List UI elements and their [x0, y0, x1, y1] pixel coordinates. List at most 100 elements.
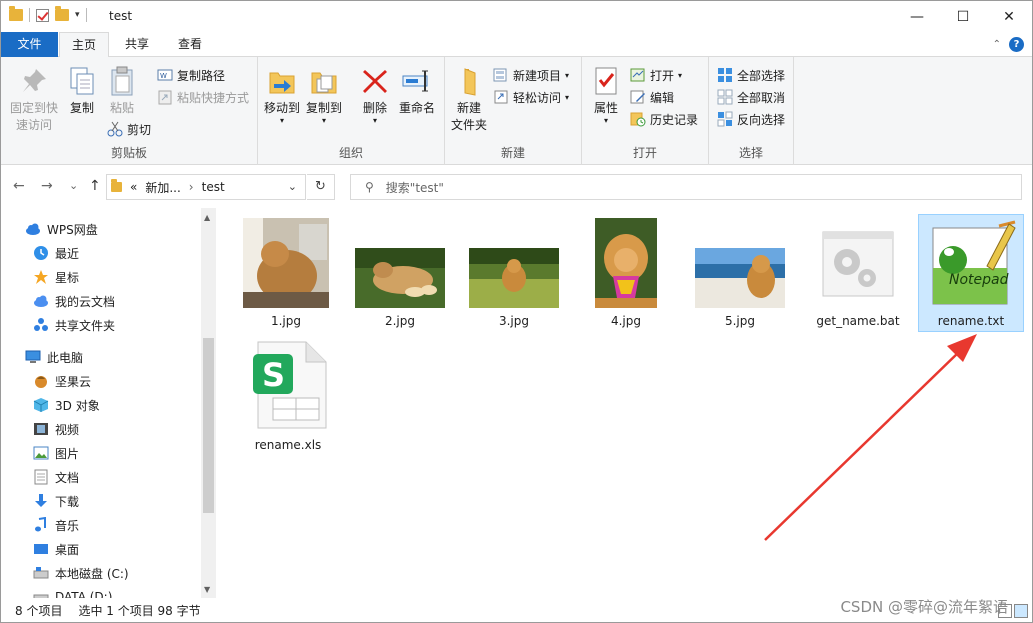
large-icons-view-icon[interactable]: [1014, 604, 1028, 618]
easy-access-button[interactable]: 轻松访问 ▾: [493, 87, 569, 107]
properties-quick-icon[interactable]: [36, 8, 49, 22]
file-name: 4.jpg: [610, 314, 642, 328]
open-button[interactable]: 打开 ▾: [630, 65, 682, 85]
invert-selection-icon: [717, 111, 733, 127]
file-item-selected[interactable]: Notepad rename.txt: [918, 214, 1024, 332]
sidebar-item-local-disk-c[interactable]: 本地磁盘 (C:): [33, 562, 129, 584]
ribbon-tabs: 文件 主页 共享 查看 ⌃ ?: [1, 32, 1032, 58]
forward-button[interactable]: →: [41, 178, 53, 194]
sidebar-item-downloads[interactable]: 下载: [33, 490, 79, 512]
desktop-icon: [33, 541, 49, 557]
music-icon: [33, 516, 49, 533]
new-item-button[interactable]: 新建项目 ▾: [493, 65, 569, 85]
delete-label: 删除: [362, 101, 387, 115]
copy-button[interactable]: 复制: [65, 65, 99, 117]
image-thumbnail: [695, 218, 785, 308]
back-button[interactable]: ←: [13, 178, 25, 194]
sidebar-item-label: 桌面: [55, 542, 80, 557]
move-to-button[interactable]: 移动到 ▾: [262, 65, 302, 125]
paste-shortcut-button[interactable]: 粘贴快捷方式: [157, 87, 249, 107]
sidebar-item-cloud-docs[interactable]: 我的云文档: [33, 290, 115, 312]
breadcrumb-drive[interactable]: 新加...: [145, 179, 180, 196]
sidebar-item-pictures[interactable]: 图片: [33, 442, 79, 464]
history-button[interactable]: 历史记录: [630, 109, 698, 129]
move-to-icon: [266, 65, 298, 97]
copy-to-label: 复制到: [305, 101, 342, 115]
open-label: 打开: [650, 68, 675, 83]
computer-icon: [25, 349, 41, 365]
sidebar-item-videos[interactable]: 视频: [33, 418, 79, 440]
file-item[interactable]: S rename.xls: [236, 336, 340, 452]
sidebar-item-nutstore[interactable]: 坚果云: [33, 370, 91, 392]
xls-file-icon: S: [243, 336, 333, 432]
file-item[interactable]: 2.jpg: [348, 218, 452, 328]
sidebar-item-desktop[interactable]: 桌面: [33, 538, 79, 560]
properties-button[interactable]: 属性 ▾: [586, 65, 626, 125]
new-folder-button[interactable]: 新建 文件夹: [449, 65, 489, 134]
move-to-label: 移动到: [263, 101, 300, 115]
delete-icon: [359, 65, 391, 97]
scroll-down-arrow[interactable]: ▼: [204, 585, 210, 594]
refresh-button[interactable]: ↻: [307, 174, 335, 200]
paste-button[interactable]: 粘贴: [105, 65, 139, 117]
sidebar-item-3d-objects[interactable]: 3D 对象: [33, 394, 100, 416]
help-icon[interactable]: ?: [1009, 37, 1024, 52]
scroll-thumb[interactable]: [203, 338, 214, 513]
scroll-up-arrow[interactable]: ▲: [204, 213, 210, 222]
copy-to-button[interactable]: 复制到 ▾: [304, 65, 344, 125]
new-folder-quick-icon[interactable]: [55, 6, 69, 21]
sidebar-item-label: 我的云文档: [55, 294, 116, 309]
sidebar-item-label: 3D 对象: [55, 398, 100, 413]
sidebar-item-data-d[interactable]: DATA (D:): [33, 586, 112, 598]
file-item[interactable]: 3.jpg: [462, 218, 566, 328]
sidebar-item-music[interactable]: 音乐: [33, 514, 79, 536]
rename-button[interactable]: 重命名: [394, 65, 440, 117]
up-button[interactable]: ↑: [89, 178, 101, 194]
file-item[interactable]: 5.jpg: [688, 218, 792, 328]
cut-button[interactable]: 剪切: [107, 119, 151, 139]
collapse-ribbon-icon[interactable]: ⌃: [993, 39, 1001, 50]
copy-path-button[interactable]: W 复制路径: [157, 65, 225, 85]
address-bar[interactable]: « 新加... › test ⌄: [106, 174, 306, 200]
file-item[interactable]: 1.jpg: [234, 218, 338, 328]
details-view-icon[interactable]: [998, 604, 1012, 618]
select-all-button[interactable]: 全部选择: [717, 65, 785, 85]
close-button[interactable]: ✕: [986, 1, 1032, 32]
select-none-button[interactable]: 全部取消: [717, 87, 785, 107]
ribbon: 固定到快 速访问 复制 粘贴 W 复制路径 粘贴快捷方式 剪切 剪贴板 移动到 …: [1, 57, 1032, 165]
annotation-arrow: [764, 334, 977, 541]
edit-button[interactable]: 编辑: [630, 87, 674, 107]
breadcrumb-current[interactable]: test: [202, 180, 225, 194]
sidebar-item-documents[interactable]: 文档: [33, 466, 79, 488]
file-item[interactable]: 4.jpg: [574, 218, 678, 328]
copy-to-icon: [308, 65, 340, 97]
sidebar-item-shared-folder[interactable]: 共享文件夹: [33, 314, 115, 336]
sidebar-item-label: 共享文件夹: [55, 318, 116, 333]
tab-home[interactable]: 主页: [59, 32, 109, 58]
tab-share[interactable]: 共享: [111, 32, 163, 57]
sidebar-scrollbar[interactable]: ▲ ▼: [201, 208, 216, 598]
maximize-button[interactable]: ☐: [940, 1, 986, 32]
invert-selection-button[interactable]: 反向选择: [717, 109, 785, 129]
recent-locations-button[interactable]: ⌄: [69, 179, 78, 192]
tab-view[interactable]: 查看: [164, 32, 216, 57]
sidebar-item-starred[interactable]: 星标: [33, 266, 79, 288]
tab-file[interactable]: 文件: [1, 32, 58, 57]
download-icon: [33, 493, 49, 509]
search-input[interactable]: ⚲ 搜索"test": [350, 174, 1022, 200]
sidebar-item-recent[interactable]: 最近: [33, 242, 79, 264]
minimize-button[interactable]: —: [894, 1, 940, 32]
file-item[interactable]: get_name.bat: [806, 218, 910, 328]
select-all-label: 全部选择: [737, 68, 786, 83]
properties-label: 属性: [593, 101, 618, 115]
breadcrumb-overflow[interactable]: «: [130, 180, 137, 194]
sidebar-item-this-pc[interactable]: 此电脑: [25, 346, 83, 368]
properties-icon: [590, 65, 622, 97]
copy-path-icon: W: [157, 67, 173, 83]
customize-toolbar-arrow[interactable]: ▾: [75, 10, 80, 20]
sidebar-item-wps-cloud[interactable]: WPS网盘: [25, 218, 98, 240]
delete-button[interactable]: 删除 ▾: [358, 65, 392, 125]
cloud-icon: [25, 221, 41, 237]
pin-quick-access-button[interactable]: 固定到快 速访问: [7, 65, 61, 134]
address-dropdown-icon[interactable]: ⌄: [288, 180, 297, 193]
